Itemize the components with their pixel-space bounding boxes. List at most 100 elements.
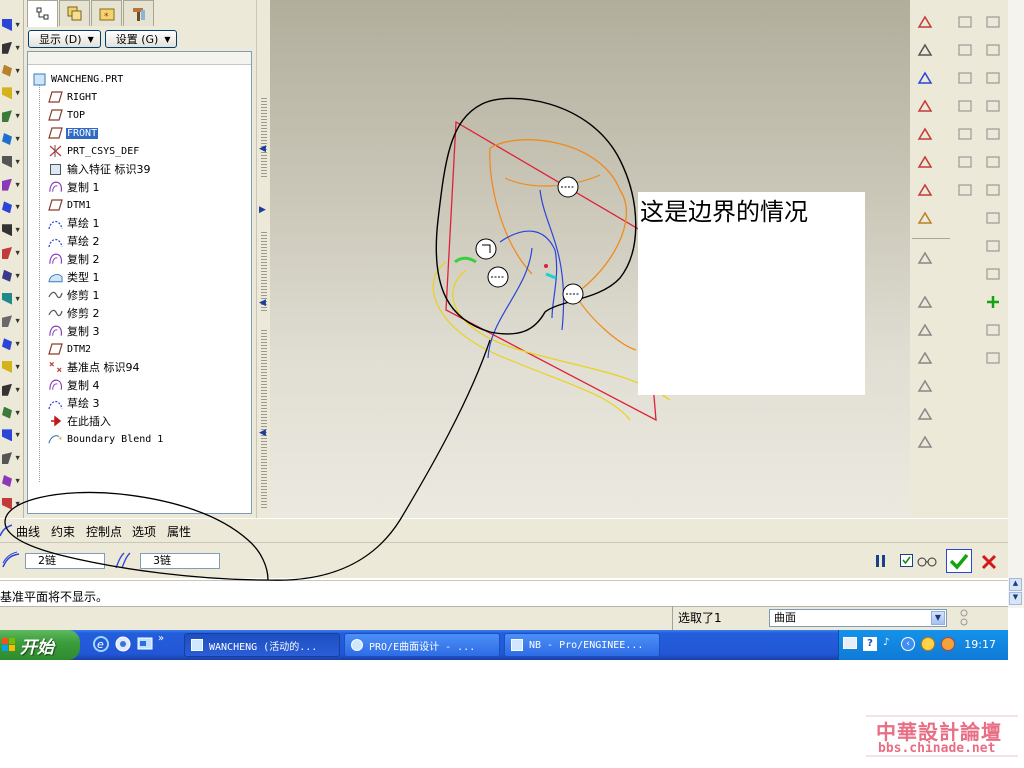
- drag-handle[interactable]: [487, 266, 509, 288]
- datum-csys-tool-icon[interactable]: [914, 179, 936, 201]
- fill-tool-icon[interactable]: [914, 347, 936, 369]
- chevron-down-icon[interactable]: ▼: [16, 227, 20, 233]
- tab-connections[interactable]: [123, 0, 154, 26]
- feature-tool-button[interactable]: [982, 179, 1004, 201]
- pause-button[interactable]: [874, 553, 888, 569]
- tab-folder-browser[interactable]: [59, 0, 90, 26]
- keyboard-icon[interactable]: [843, 637, 857, 649]
- feature-tool-button[interactable]: ▼: [1, 265, 22, 287]
- feature-tool-button[interactable]: [982, 11, 1004, 33]
- feature-tool-button[interactable]: ▼: [1, 242, 22, 264]
- tree-item[interactable]: 复制 1: [32, 178, 164, 196]
- datum-axis-tool-icon[interactable]: [914, 123, 936, 145]
- chevron-down-icon[interactable]: ▼: [16, 409, 20, 415]
- datum-axis-tool-icon[interactable]: [914, 39, 936, 61]
- feature-tool-button[interactable]: ▼: [1, 470, 22, 492]
- chevron-down-icon[interactable]: ▼: [16, 113, 20, 119]
- panel-splitter[interactable]: ◀ ▶ ◀ ◀: [256, 0, 270, 518]
- chevron-down-icon[interactable]: ▼: [16, 22, 20, 28]
- feature-tool-button[interactable]: ▼: [1, 333, 22, 355]
- feature-tool-button[interactable]: ▼: [1, 447, 22, 469]
- feature-tool-button[interactable]: ▼: [1, 310, 22, 332]
- chevron-down-icon[interactable]: ▼: [16, 159, 20, 165]
- feature-tool-button[interactable]: [982, 67, 1004, 89]
- chevron-down-icon[interactable]: ▼: [16, 204, 20, 210]
- tree-item[interactable]: 草绘 1: [32, 214, 164, 232]
- chevron-down-icon[interactable]: ▼: [16, 501, 20, 507]
- feature-tool-button[interactable]: ▼: [1, 379, 22, 401]
- feature-tool-button[interactable]: [982, 263, 1004, 285]
- collapse-left-icon[interactable]: ◀: [259, 428, 266, 438]
- selection-filter-dropdown[interactable]: 曲面 ▼: [769, 609, 947, 627]
- datum-plane-tool-icon[interactable]: [914, 95, 936, 117]
- expand-right-icon[interactable]: ▶: [259, 205, 266, 215]
- chevron-down-icon[interactable]: ▼: [16, 273, 20, 279]
- feature-tool-button[interactable]: ▼: [1, 105, 22, 127]
- cancel-button[interactable]: [978, 551, 1000, 573]
- chevron-down-icon[interactable]: ▼: [16, 364, 20, 370]
- taskbar-window-browser[interactable]: PRO/E曲面设计 - ...: [344, 633, 500, 657]
- feature-tool-button[interactable]: [982, 347, 1004, 369]
- chevron-down-icon[interactable]: ▼: [16, 478, 20, 484]
- second-direction-chains[interactable]: 3链: [140, 553, 220, 569]
- glasses-preview-icon[interactable]: [916, 555, 938, 569]
- tree-item[interactable]: 基准点 标识94: [32, 358, 164, 376]
- pattern-tool-icon[interactable]: [914, 319, 936, 341]
- tree-item[interactable]: 输入特征 标识39: [32, 160, 164, 178]
- dashboard-tab[interactable]: 控制点: [86, 523, 122, 540]
- chevron-down-icon[interactable]: ▼: [16, 341, 20, 347]
- draft-tool-icon[interactable]: [914, 431, 936, 453]
- tree-item[interactable]: 在此插入: [32, 412, 164, 430]
- chevron-down-icon[interactable]: ▼: [16, 318, 20, 324]
- tree-item[interactable]: 修剪 2: [32, 304, 164, 322]
- chevron-down-icon[interactable]: ▼: [16, 432, 20, 438]
- feature-tool-button[interactable]: ▼: [1, 219, 22, 241]
- display-menu-button[interactable]: 显示 (D) ▼: [28, 30, 101, 48]
- chevron-down-icon[interactable]: ▼: [16, 455, 20, 461]
- chevron-down-icon[interactable]: ▼: [16, 67, 20, 73]
- feature-tool-button[interactable]: [982, 95, 1004, 117]
- feature-tool-button[interactable]: ▼: [1, 82, 22, 104]
- ie-browser-icon[interactable]: e: [92, 635, 110, 653]
- tree-item[interactable]: 复制 2: [32, 250, 164, 268]
- feature-tool-button[interactable]: [954, 39, 976, 61]
- qq-icon[interactable]: [921, 637, 935, 651]
- feature-tool-button[interactable]: ▼: [1, 424, 22, 446]
- datum-curve-tool-icon[interactable]: [914, 151, 936, 173]
- graphics-window[interactable]: 这是边界的情况: [270, 0, 910, 518]
- tray-expand-icon[interactable]: ‹: [901, 637, 915, 651]
- feature-tool-button[interactable]: ▼: [1, 14, 22, 36]
- feature-tool-button[interactable]: [954, 95, 976, 117]
- tree-item[interactable]: DTM2: [32, 340, 164, 358]
- tree-item[interactable]: * Boundary Blend 1: [32, 430, 164, 448]
- feature-tool-button[interactable]: ▼: [1, 356, 22, 378]
- scroll-up-icon[interactable]: ▲: [1009, 578, 1022, 591]
- dashboard-tab[interactable]: 曲线: [16, 523, 40, 540]
- tree-item[interactable]: TOP: [32, 106, 164, 124]
- chevron-down-icon[interactable]: ▼: [16, 295, 20, 301]
- tree-item[interactable]: DTM1: [32, 196, 164, 214]
- tree-item[interactable]: PRT_CSYS_DEF: [32, 142, 164, 160]
- chamfer-tool-icon[interactable]: [914, 403, 936, 425]
- feature-tool-button[interactable]: [982, 319, 1004, 341]
- feature-tool-button[interactable]: ▼: [1, 128, 22, 150]
- round-tool-icon[interactable]: [914, 375, 936, 397]
- feature-tool-button[interactable]: ▼: [1, 151, 22, 173]
- first-direction-chains[interactable]: 2链: [25, 553, 105, 569]
- tree-item[interactable]: WANCHENG.PRT: [32, 70, 164, 88]
- feature-tool-button[interactable]: [982, 39, 1004, 61]
- chevron-down-icon[interactable]: ▼: [16, 181, 20, 187]
- chevron-down-icon[interactable]: ▼: [16, 387, 20, 393]
- chevron-down-icon[interactable]: ▼: [16, 250, 20, 256]
- feature-tool-button[interactable]: [954, 67, 976, 89]
- surface-offset-icon[interactable]: [914, 247, 936, 269]
- taskbar-window-wancheng[interactable]: WANCHENG (活动的...: [184, 633, 340, 657]
- feature-tool-button[interactable]: [982, 151, 1004, 173]
- dashboard-tab[interactable]: 选项: [132, 523, 156, 540]
- feature-tool-button[interactable]: [954, 11, 976, 33]
- volume-icon[interactable]: ♪: [883, 637, 895, 651]
- show-desktop-icon[interactable]: [136, 635, 154, 653]
- feature-tool-button[interactable]: [982, 291, 1004, 313]
- drag-handle[interactable]: [475, 238, 497, 260]
- apply-button[interactable]: [946, 549, 972, 573]
